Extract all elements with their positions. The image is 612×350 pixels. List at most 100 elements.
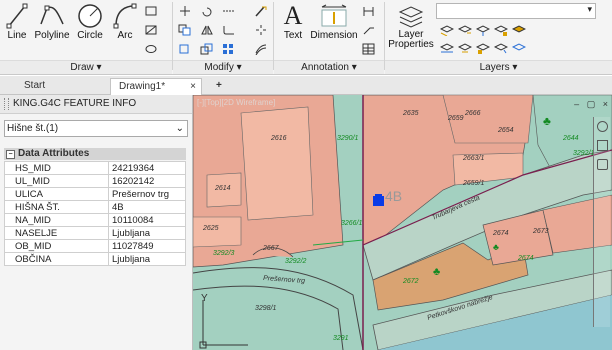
attribute-row[interactable]: HIŠNA ŠT. 4B xyxy=(4,200,186,214)
dimension-label: Dimension xyxy=(310,30,358,41)
dimension-tool[interactable]: Dimension xyxy=(310,2,358,41)
file-tabs: Start Drawing1* × + xyxy=(0,76,612,95)
layer-current-icon[interactable] xyxy=(494,42,508,54)
polyline-tool[interactable]: Polyline xyxy=(34,2,70,41)
parcel-number: 2673 xyxy=(532,228,549,235)
layer-properties-icon xyxy=(398,6,424,28)
tree-icon: ♣ xyxy=(493,242,499,252)
polyline-icon xyxy=(40,5,64,25)
attribute-row[interactable]: HS_MID 24219364 xyxy=(4,161,186,175)
navigation-bar xyxy=(593,117,610,327)
polyline-label: Polyline xyxy=(34,30,70,41)
offset-icon[interactable] xyxy=(254,43,268,55)
mirror-icon[interactable] xyxy=(200,24,214,36)
stretch-icon[interactable] xyxy=(178,43,192,55)
attribute-value: Ljubljana xyxy=(108,226,186,240)
parcel-number: 2614 xyxy=(214,185,231,192)
cadastral-map: 4B Trubarjeva cesta Prešernov trg Petkov… xyxy=(193,95,612,350)
parcel-number: 2666 xyxy=(464,110,481,117)
modify-panel-label[interactable]: Modify ▾ xyxy=(173,60,273,74)
tab-start[interactable]: Start xyxy=(16,78,53,94)
attribute-row[interactable]: OB_MID 11027849 xyxy=(4,239,186,253)
restore-icon[interactable]: ▢ xyxy=(587,99,596,109)
navigation-wheel-icon[interactable] xyxy=(597,121,608,132)
parcel-number: 2672 xyxy=(402,278,419,285)
minimize-icon[interactable]: – xyxy=(574,99,579,109)
layer-freeze-icon[interactable] xyxy=(476,24,490,36)
table-icon[interactable] xyxy=(362,43,376,55)
add-tab-button[interactable]: + xyxy=(208,78,230,94)
attribute-key: ULICA xyxy=(4,187,109,201)
layer-properties-tool[interactable]: Layer Properties xyxy=(388,2,434,50)
feature-info-panel: KING.G4C FEATURE INFO Hišne št.(1) ⌄ − Da… xyxy=(0,95,193,350)
layer-isolate-icon[interactable] xyxy=(458,24,472,36)
attribute-row[interactable]: UL_MID 16202142 xyxy=(4,174,186,188)
parcel-number: 2659/1 xyxy=(462,180,485,187)
attribute-value: Ljubljana xyxy=(108,252,186,266)
attribute-row[interactable]: NASELJE Ljubljana xyxy=(4,226,186,240)
drawing-canvas[interactable]: 4B Trubarjeva cesta Prešernov trg Petkov… xyxy=(193,95,612,350)
erase-icon[interactable] xyxy=(254,5,268,17)
attribute-row[interactable]: NA_MID 10110084 xyxy=(4,213,186,227)
close-icon[interactable]: × xyxy=(603,99,608,109)
layers-panel-label[interactable]: Layers ▾ xyxy=(385,60,612,74)
street-label: Prešernov trg xyxy=(263,275,306,285)
panel-grip-icon[interactable] xyxy=(4,98,9,110)
layer-unlock-icon[interactable] xyxy=(476,42,490,54)
move-icon[interactable] xyxy=(178,5,192,17)
layer-thaw-icon[interactable] xyxy=(458,42,472,54)
feature-info-title-bar: KING.G4C FEATURE INFO xyxy=(0,95,192,114)
ellipse-icon[interactable] xyxy=(145,43,159,55)
rotate-icon[interactable] xyxy=(200,5,214,17)
annotation-panel-label[interactable]: Annotation ▾ xyxy=(274,60,384,74)
rectangle-icon[interactable] xyxy=(145,5,159,17)
parcel-number: 2663/1 xyxy=(462,155,485,162)
line-icon xyxy=(6,3,28,29)
draw-panel-label[interactable]: Draw ▾ xyxy=(0,60,172,74)
attributes-table: HS_MID 24219364 UL_MID 16202142 ULICA Prešern… xyxy=(4,161,186,266)
fillet-icon[interactable] xyxy=(222,24,236,36)
chevron-down-icon: ⌄ xyxy=(175,123,184,134)
layer-lock-icon[interactable] xyxy=(494,24,508,36)
array-icon[interactable] xyxy=(222,43,236,55)
hatch-icon[interactable] xyxy=(145,24,159,36)
copy-icon[interactable] xyxy=(178,24,192,36)
close-icon[interactable]: × xyxy=(190,79,196,95)
layer-match-icon[interactable] xyxy=(512,24,526,36)
zoom-icon[interactable] xyxy=(597,159,608,170)
trim-icon[interactable] xyxy=(222,5,236,17)
parcel-number: 3292/1 xyxy=(573,150,595,157)
parcel-number: 3290/1 xyxy=(337,135,359,142)
parcel-number: 2674 xyxy=(492,230,509,237)
layer-unisolate-icon[interactable] xyxy=(440,42,454,54)
viewport-controls-label[interactable]: [-][Top][2D Wireframe] xyxy=(197,98,275,107)
leader-icon[interactable] xyxy=(362,24,376,36)
linear-dim-icon[interactable] xyxy=(362,5,376,17)
text-tool[interactable]: A Text xyxy=(278,2,308,42)
collapse-icon[interactable]: − xyxy=(6,150,15,159)
attribute-value: 16202142 xyxy=(108,174,186,188)
data-attributes-header[interactable]: − Data Attributes xyxy=(4,148,186,160)
y-axis-label: Y xyxy=(201,293,208,304)
tab-drawing1[interactable]: Drawing1* × xyxy=(110,78,202,95)
layer-walk-icon[interactable] xyxy=(512,42,526,54)
parcel-number: 3292/3 xyxy=(213,250,235,257)
explode-icon[interactable] xyxy=(254,24,268,36)
tree-icon: ♣ xyxy=(543,114,551,128)
attribute-row[interactable]: ULICA Prešernov trg xyxy=(4,187,186,201)
scale-icon[interactable] xyxy=(200,43,214,55)
layer-off-icon[interactable] xyxy=(440,24,454,36)
attribute-key: UL_MID xyxy=(4,174,109,188)
arc-tool[interactable]: Arc xyxy=(112,2,138,41)
attribute-key: NA_MID xyxy=(4,213,109,227)
line-tool[interactable]: Line xyxy=(5,2,29,41)
address-label: 4B xyxy=(385,188,402,204)
pan-icon[interactable] xyxy=(597,140,608,151)
arc-label: Arc xyxy=(117,30,133,41)
feature-select[interactable]: Hišne št.(1) ⌄ xyxy=(4,120,188,137)
parcel-number: 2674 xyxy=(517,255,534,262)
circle-tool[interactable]: Circle xyxy=(76,2,104,41)
attribute-row[interactable]: OBČINA Ljubljana xyxy=(4,252,186,266)
attribute-value: Prešernov trg xyxy=(108,187,186,201)
layer-dropdown[interactable]: ▾ xyxy=(436,3,596,19)
